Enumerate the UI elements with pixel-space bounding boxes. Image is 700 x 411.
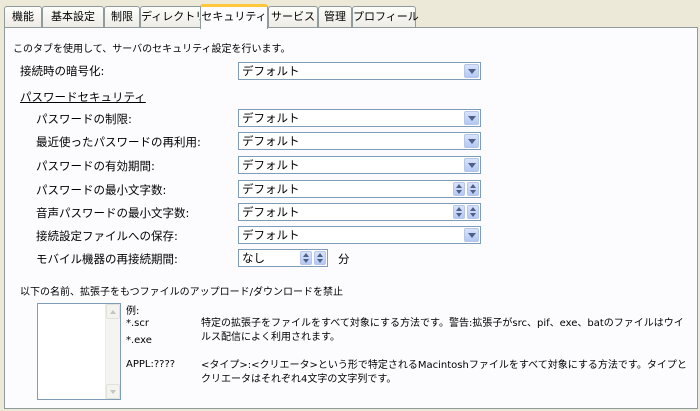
password-min-length-label: パスワードの最小文字数: [36,183,167,197]
example-label: 例: [126,306,140,317]
appl-description: <タイプ>:<クリエータ>という形で特定されるMacintoshファイルをすべて… [201,360,687,385]
password-restriction-label: パスワードの制限: [36,112,132,126]
tab-admin[interactable]: 管理 [318,6,352,28]
example-appl: APPL:???? [126,359,176,370]
tab-basic-settings[interactable]: 基本設定 [42,6,104,28]
spin-down-arrows-icon[interactable] [453,182,465,196]
encryption-select[interactable]: デフォルト [238,62,481,80]
encryption-value: デフォルト [242,64,300,78]
spin-up-arrows-icon[interactable] [314,251,326,265]
extension-description: 特定の拡張子をファイルをすべて対象にする方法です。警告:拡張子がsrc、pif、… [201,318,684,343]
blocked-files-label: 以下の名前、拡張子をもつファイルのアップロード/ダウンロードを禁止 [20,287,343,298]
example-ext-exe: *.exe [126,335,152,346]
chevron-down-icon[interactable] [464,64,479,78]
tab-services[interactable]: サービス [268,6,318,28]
mobile-reconnect-value: なし [242,251,265,265]
tab-features[interactable]: 機能 [4,6,42,28]
password-restriction-select[interactable]: デフォルト [238,109,481,127]
example-ext-scr: *.scr [126,318,149,329]
spin-up-arrows-icon[interactable] [467,205,479,219]
password-expiry-value: デフォルト [242,158,300,172]
intro-text: このタブを使用して、サーバのセキュリティ設定を行います。 [13,44,291,55]
save-to-profile-value: デフォルト [242,228,300,242]
chevron-down-icon[interactable] [464,111,479,125]
chevron-down-icon[interactable] [464,158,479,172]
scroll-down-icon[interactable] [106,384,120,399]
encryption-label: 接続時の暗号化: [20,64,105,78]
chevron-down-icon[interactable] [464,228,479,242]
spin-up-arrows-icon[interactable] [467,182,479,196]
password-reuse-label: 最近使ったパスワードの再利用: [36,135,201,149]
scrollbar[interactable] [105,304,120,399]
password-restriction-value: デフォルト [242,111,300,125]
password-reuse-value: デフォルト [242,134,300,148]
scroll-up-icon[interactable] [106,304,120,319]
mobile-reconnect-unit: 分 [338,252,350,266]
password-min-length-value: デフォルト [242,182,300,196]
tab-limits[interactable]: 制限 [104,6,140,28]
security-panel: このタブを使用して、サーバのセキュリティ設定を行います。 接続時の暗号化: デフ… [4,27,698,409]
mobile-reconnect-label: モバイル機器の再接続期間: [36,252,178,266]
voice-password-min-length-label: 音声パスワードの最小文字数: [36,206,190,220]
voice-password-min-length-select[interactable]: デフォルト [238,203,481,221]
voice-password-min-length-value: デフォルト [242,205,300,219]
save-to-profile-select[interactable]: デフォルト [238,226,481,244]
tab-security[interactable]: セキュリティ [200,4,268,29]
save-to-profile-label: 接続設定ファイルへの保存: [36,229,178,243]
spin-down-arrows-icon[interactable] [453,205,465,219]
password-expiry-select[interactable]: デフォルト [238,156,481,174]
password-reuse-select[interactable]: デフォルト [238,132,481,150]
spin-down-arrows-icon[interactable] [300,251,312,265]
password-expiry-label: パスワードの有効期間: [36,159,155,173]
blocked-files-list[interactable] [37,303,121,400]
password-security-heading: パスワードセキュリティ [20,90,146,104]
chevron-down-icon[interactable] [464,134,479,148]
tab-profile[interactable]: プロフィール [352,6,419,28]
password-min-length-select[interactable]: デフォルト [238,180,481,198]
mobile-reconnect-select[interactable]: なし [238,249,328,267]
tab-directory[interactable]: ディレクトリ [140,6,206,28]
